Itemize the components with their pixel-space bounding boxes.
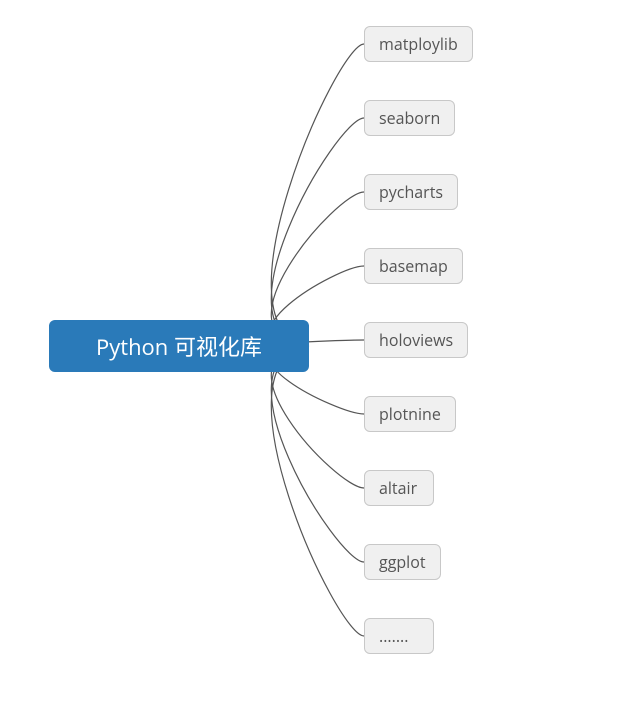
root-node[interactable]: Python 可视化库 <box>49 320 309 372</box>
child-node-pycharts[interactable]: pycharts <box>364 174 458 210</box>
child-node-ggplot[interactable]: ggplot <box>364 544 441 580</box>
child-label: basemap <box>379 255 448 277</box>
child-label: seaborn <box>379 107 440 129</box>
child-label: altair <box>379 477 417 499</box>
child-node-more[interactable]: ....... <box>364 618 434 654</box>
child-label: ggplot <box>379 551 426 573</box>
child-label: holoviews <box>379 329 453 351</box>
child-label: ....... <box>379 625 408 647</box>
child-node-basemap[interactable]: basemap <box>364 248 463 284</box>
child-node-seaborn[interactable]: seaborn <box>364 100 455 136</box>
mindmap-canvas: Python 可视化库 matploylib seaborn pycharts … <box>0 0 643 709</box>
child-node-plotnine[interactable]: plotnine <box>364 396 456 432</box>
child-node-altair[interactable]: altair <box>364 470 434 506</box>
child-node-holoviews[interactable]: holoviews <box>364 322 468 358</box>
child-label: matploylib <box>379 33 458 55</box>
child-label: pycharts <box>379 181 443 203</box>
child-label: plotnine <box>379 403 441 425</box>
child-node-matploylib[interactable]: matploylib <box>364 26 473 62</box>
root-label: Python 可视化库 <box>96 330 262 362</box>
